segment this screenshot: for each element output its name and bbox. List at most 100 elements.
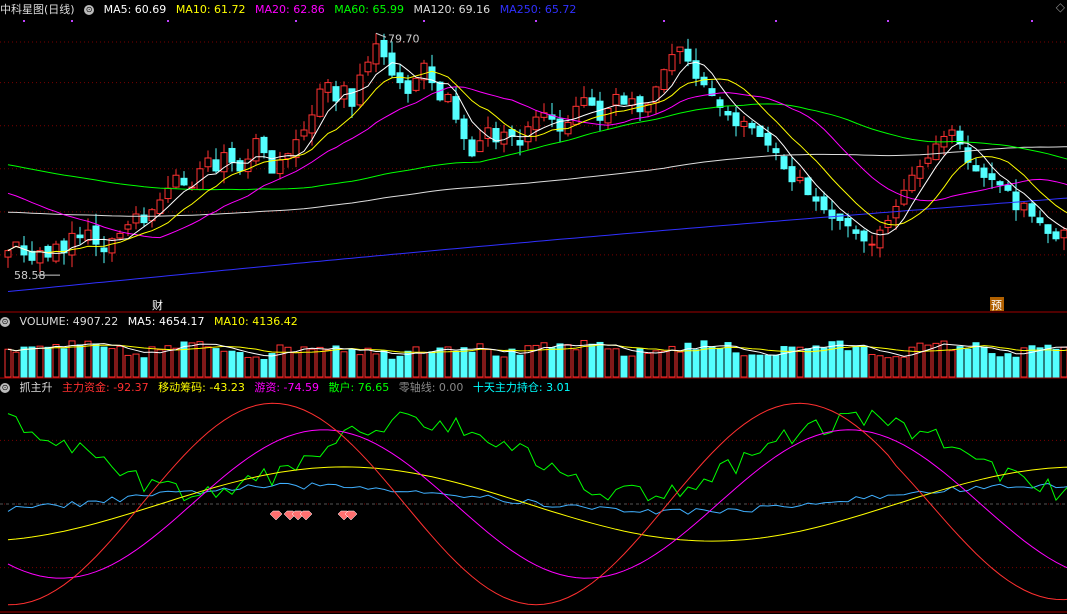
stock-chart[interactable]: 79.7058.58财预 xyxy=(0,0,1067,614)
volume-bar-down xyxy=(348,348,356,378)
volume-bar-up xyxy=(604,348,612,378)
candle-down xyxy=(348,88,356,107)
zero-axis-label: 零轴线: 0.00 xyxy=(398,381,464,394)
signal-dot xyxy=(1031,20,1033,22)
volume-bar-down xyxy=(756,354,764,378)
volume-bar-up xyxy=(564,344,572,378)
candle-down xyxy=(988,173,996,181)
diamond-signal-icon xyxy=(269,510,283,521)
candle-up xyxy=(652,86,660,104)
volume-bar-up xyxy=(676,351,684,378)
candle-up xyxy=(444,93,452,103)
candle-down xyxy=(732,112,740,127)
candle-up xyxy=(948,129,956,136)
volume-header: ⊙ VOLUME: 4907.22 MA5: 4654.17 MA10: 413… xyxy=(0,314,304,330)
candle-up xyxy=(676,46,684,53)
volume-bar-up xyxy=(116,345,124,378)
candle-down xyxy=(404,80,412,94)
volume-bar-down xyxy=(620,355,628,378)
volume-bar-up xyxy=(652,350,660,378)
volume-bar-up xyxy=(420,351,428,378)
volume-bar-down xyxy=(140,357,148,378)
volume-bar-up xyxy=(124,354,132,378)
candle-up xyxy=(252,138,260,162)
candle-up xyxy=(612,93,620,106)
candle-down xyxy=(1012,191,1020,211)
ma10-label: MA10: 61.72 xyxy=(175,3,246,16)
volume-bar-up xyxy=(628,355,636,378)
volume-bar-up xyxy=(324,349,332,378)
volume-bar-down xyxy=(860,345,868,378)
signal-dot xyxy=(887,20,889,22)
volume-bar-up xyxy=(284,346,292,378)
candle-up xyxy=(4,250,12,258)
volume-bar-up xyxy=(108,348,116,378)
candle-down xyxy=(780,156,788,170)
vol-ma5-label: MA5: 4654.17 xyxy=(127,315,205,328)
volume-bar-up xyxy=(300,346,308,378)
candle-down xyxy=(1052,231,1060,240)
signal-dot xyxy=(23,20,25,22)
candle-up xyxy=(500,131,508,145)
candle-up xyxy=(1020,202,1028,211)
ma5-label: MA5: 60.69 xyxy=(103,3,167,16)
volume-title: VOLUME: 4907.22 xyxy=(19,315,119,328)
volume-bar-up xyxy=(948,350,956,378)
candle-up xyxy=(1060,229,1067,239)
volume-bar-down xyxy=(516,354,524,378)
volume-bar-down xyxy=(28,346,36,378)
volume-bar-up xyxy=(364,347,372,378)
volume-bar-down xyxy=(508,348,516,378)
volume-bar-down xyxy=(92,343,100,378)
candle-down xyxy=(1036,217,1044,224)
volume-bar-down xyxy=(396,355,404,378)
candle-up xyxy=(572,105,580,125)
vol-ma10-label: MA10: 4136.42 xyxy=(213,315,298,328)
candle-down xyxy=(212,159,220,172)
signal-dot xyxy=(423,20,425,22)
volume-bar-up xyxy=(884,357,892,378)
volume-bar-up xyxy=(612,348,620,378)
volume-bar-up xyxy=(868,353,876,378)
indicator-header: ⊙ 抓主升 主力资金: -92.37 移动筹码: -43.23 游资: -74.… xyxy=(0,380,577,396)
volume-bar-up xyxy=(172,347,180,378)
event-marker-cai: 财 xyxy=(152,298,163,312)
signal-dot xyxy=(535,20,537,22)
candle-up xyxy=(668,54,676,72)
candle-up xyxy=(372,43,380,65)
candle-up xyxy=(68,232,76,256)
ma250-line xyxy=(7,197,1067,292)
volume-settings-icon[interactable]: ⊙ xyxy=(0,317,10,327)
collapse-diamond-icon[interactable]: ◇ xyxy=(1056,0,1065,14)
volume-bar-down xyxy=(260,358,268,378)
volume-bar-up xyxy=(12,351,20,378)
candle-down xyxy=(380,39,388,58)
candle-down xyxy=(724,110,732,116)
volume-bar-down xyxy=(428,351,436,378)
volume-bar-down xyxy=(268,353,276,378)
candle-down xyxy=(820,196,828,211)
settings-circle-icon[interactable]: ⊙ xyxy=(84,5,95,15)
candle-down xyxy=(844,217,852,227)
volume-bar-down xyxy=(804,348,812,378)
candle-up xyxy=(420,62,428,81)
volume-bar-down xyxy=(388,358,396,378)
candle-down xyxy=(28,250,36,261)
volume-bar-down xyxy=(236,352,244,378)
candle-down xyxy=(812,196,820,202)
zhulizijin-label: 主力资金: -92.37 xyxy=(62,381,149,394)
indicator-settings-icon[interactable]: ⊙ xyxy=(0,383,10,393)
candle-up xyxy=(660,69,668,90)
diamond-signal-icon xyxy=(299,510,313,521)
ma250-label: MA250: 65.72 xyxy=(499,3,577,16)
candle-down xyxy=(92,225,100,245)
volume-bar-up xyxy=(156,349,164,378)
volume-bar-up xyxy=(36,345,44,378)
candle-up xyxy=(924,157,932,164)
high-price-label: 79.70 xyxy=(388,32,420,45)
candle-down xyxy=(268,150,276,174)
candle-down xyxy=(1004,184,1012,191)
youzi-label: 游资: -74.59 xyxy=(254,381,320,394)
signal-dot xyxy=(295,20,297,22)
sanhu-line xyxy=(7,409,1067,502)
